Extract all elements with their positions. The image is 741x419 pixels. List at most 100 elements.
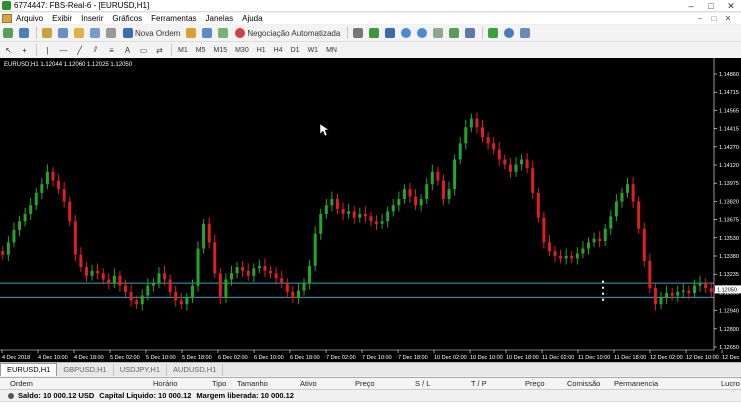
- maximize-button[interactable]: □: [701, 0, 721, 12]
- indicators-button[interactable]: [487, 27, 500, 40]
- line-chart-button[interactable]: [384, 27, 397, 40]
- profiles-button[interactable]: [18, 27, 31, 40]
- timeframe-mn[interactable]: MN: [324, 47, 339, 54]
- cursor-tool[interactable]: ↖: [2, 44, 15, 57]
- candles: [1, 112, 713, 311]
- candle-body: [146, 285, 150, 296]
- minimize-button[interactable]: –: [681, 0, 701, 12]
- col-preco-atual[interactable]: Preço: [525, 379, 545, 388]
- signals-button[interactable]: [201, 27, 214, 40]
- arrows-tool[interactable]: ⇄: [153, 44, 166, 57]
- chart-window-icon[interactable]: [2, 14, 12, 23]
- templates-button[interactable]: [519, 27, 532, 40]
- menu-ajuda[interactable]: Ajuda: [242, 14, 262, 23]
- horizontal-lines[interactable]: [0, 282, 714, 298]
- mdi-minimize-button[interactable]: –: [693, 13, 707, 24]
- candle-body: [609, 216, 613, 229]
- col-permanencia[interactable]: Permanencia: [614, 379, 658, 388]
- tab-eurusd[interactable]: EURUSD,H1: [0, 363, 58, 376]
- candle-body: [174, 291, 178, 301]
- toolbar-separator: [171, 44, 172, 56]
- market-button[interactable]: [217, 27, 230, 40]
- candle-body: [391, 205, 395, 212]
- col-tipo[interactable]: Tipo: [212, 379, 226, 388]
- col-comissao[interactable]: Comissão: [567, 379, 600, 388]
- close-button[interactable]: ✕: [721, 0, 741, 12]
- terminal-button[interactable]: [89, 27, 102, 40]
- price-label: 1.13235: [719, 272, 739, 278]
- candle-body: [525, 159, 529, 169]
- candle-body: [425, 184, 429, 200]
- menu-inserir[interactable]: Inserir: [81, 14, 103, 23]
- label-tool[interactable]: ▭: [137, 44, 150, 57]
- chart-shift-button[interactable]: [464, 27, 477, 40]
- vertical-line-tool[interactable]: |: [41, 44, 54, 57]
- text-tool[interactable]: A: [121, 44, 134, 57]
- zoom-in-button[interactable]: [400, 27, 413, 40]
- crosshair-tool[interactable]: +: [18, 44, 31, 57]
- tab-usdjpy[interactable]: USDJPY,H1: [114, 364, 167, 376]
- candle-body: [642, 228, 646, 261]
- candle-body: [73, 221, 77, 255]
- price-label: 1.13820: [719, 199, 739, 205]
- crosshair-icon: +: [22, 45, 27, 55]
- timeframe-w1[interactable]: W1: [306, 47, 321, 54]
- timeframe-m15[interactable]: M15: [211, 47, 229, 54]
- menu-graficos[interactable]: Gráficos: [112, 14, 142, 23]
- channel-tool[interactable]: ⫽: [89, 44, 102, 57]
- menu-exibir[interactable]: Exibir: [52, 14, 72, 23]
- menu-ferramentas[interactable]: Ferramentas: [151, 14, 196, 23]
- bar-chart-button[interactable]: [352, 27, 365, 40]
- col-horario[interactable]: Horário: [153, 379, 178, 388]
- new-order-button[interactable]: Nova Ordem: [121, 27, 182, 40]
- candle-body: [419, 199, 423, 206]
- candle-body: [659, 298, 663, 305]
- menu-arquivo[interactable]: Arquivo: [16, 14, 43, 23]
- periods-button[interactable]: [503, 27, 516, 40]
- chart-canvas[interactable]: EURUSD,H1 1.12044 1.12060 1.12025 1.1205…: [0, 58, 741, 362]
- timeframe-h1[interactable]: H1: [255, 47, 268, 54]
- candle-body: [536, 192, 540, 218]
- col-stop-loss[interactable]: S / L: [415, 379, 430, 388]
- candle-body: [18, 221, 22, 230]
- menu-janelas[interactable]: Janelas: [206, 14, 234, 23]
- price-label: 1.13380: [719, 254, 739, 260]
- col-lucro[interactable]: Lucro: [721, 379, 740, 388]
- balance-margem: Margem liberada: 10 000.12: [196, 391, 294, 400]
- auto-scroll-button[interactable]: [448, 27, 461, 40]
- trendline-tool[interactable]: ╱: [73, 44, 86, 57]
- col-tamanho[interactable]: Tamanho: [237, 379, 268, 388]
- time-label: 6 Dec 02:00: [218, 355, 248, 361]
- auto-trading-button[interactable]: Negociação Automatizada: [233, 27, 342, 40]
- timeframe-h4[interactable]: H4: [272, 47, 285, 54]
- tab-gbpusd[interactable]: GBPUSD,H1: [57, 364, 114, 376]
- fibonacci-tool[interactable]: ≡: [105, 44, 118, 57]
- timeframe-m1[interactable]: M1: [176, 47, 190, 54]
- meta-editor-button[interactable]: [185, 27, 198, 40]
- tile-windows-button[interactable]: [432, 27, 445, 40]
- data-window-button[interactable]: [57, 27, 70, 40]
- zoom-out-button[interactable]: [416, 27, 429, 40]
- toolbar-separator: [347, 27, 349, 39]
- col-preco[interactable]: Preço: [355, 379, 375, 388]
- line-chart-icon: [384, 28, 395, 38]
- col-ordem[interactable]: Ordem: [10, 379, 33, 388]
- mdi-close-button[interactable]: ✕: [721, 13, 735, 24]
- navigator-button[interactable]: [73, 27, 86, 40]
- new-chart-button[interactable]: [2, 27, 15, 40]
- strategy-tester-button[interactable]: [105, 27, 118, 40]
- price-chart[interactable]: EURUSD,H1 1.12044 1.12060 1.12025 1.1205…: [0, 58, 741, 362]
- timeframe-m30[interactable]: M30: [233, 47, 251, 54]
- mdi-maximize-button[interactable]: □: [707, 13, 721, 24]
- horizontal-line-tool[interactable]: —: [57, 44, 70, 57]
- timeframe-d1[interactable]: D1: [289, 47, 302, 54]
- col-ativo[interactable]: Ativo: [300, 379, 317, 388]
- candlestick-button[interactable]: [368, 27, 381, 40]
- tab-audusd[interactable]: AUDUSD,H1: [167, 364, 224, 376]
- candle-body: [68, 201, 72, 222]
- market-watch-button[interactable]: [41, 27, 54, 40]
- time-axis: 4 Dec 2018 4 Dec 10:00 4 Dec 18:00 5 Dec 02…: [0, 349, 741, 361]
- col-take-profit[interactable]: T / P: [471, 379, 487, 388]
- timeframe-m5[interactable]: M5: [194, 47, 208, 54]
- candle-body: [475, 118, 479, 128]
